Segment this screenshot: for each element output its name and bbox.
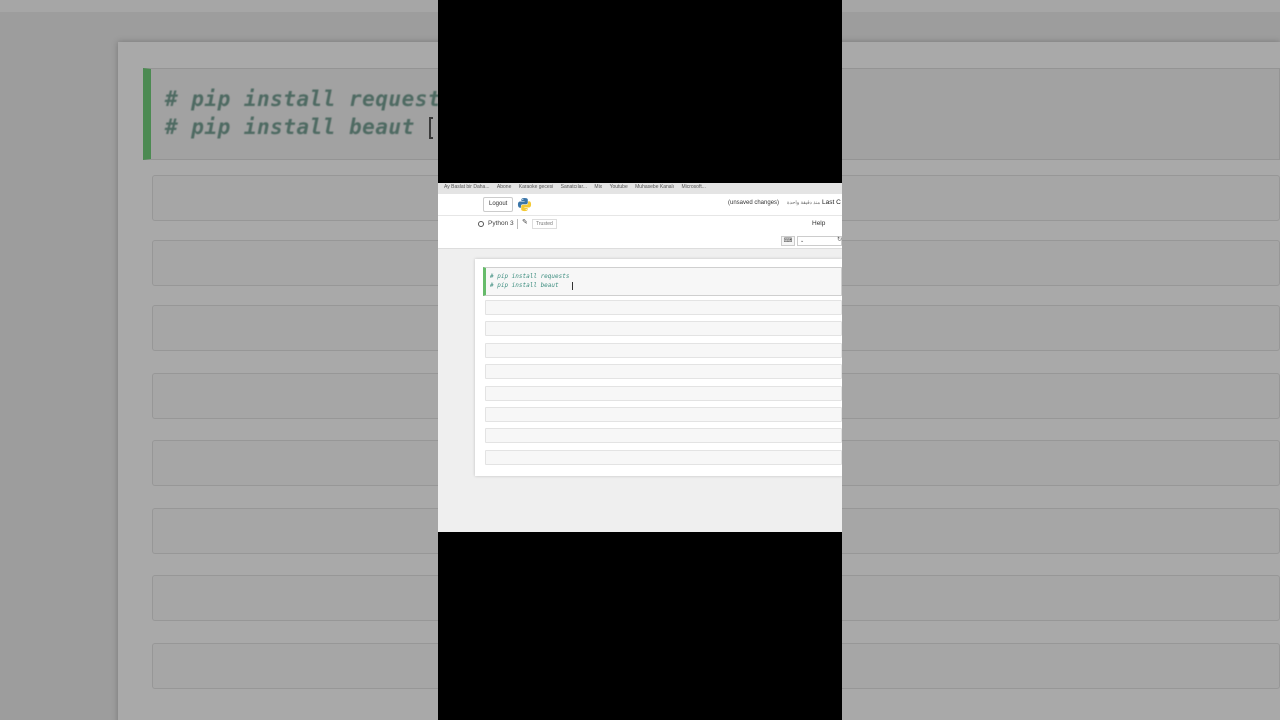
bookmarks-bar: Ay Baslat bir Daha... Abone Karaoke gece… (438, 183, 842, 194)
kernel-name[interactable]: Python 3 (488, 220, 514, 227)
empty-cell[interactable] (485, 450, 842, 465)
trusted-badge[interactable]: Trusted (532, 219, 557, 229)
bookmark-item[interactable]: Abone (497, 184, 511, 190)
menu-item-help[interactable]: Help (812, 220, 825, 227)
code-line: # pip install beaut (490, 282, 559, 289)
last-checkpoint-label: Last C (822, 199, 841, 206)
bookmark-item[interactable]: Youtube (610, 184, 628, 190)
kernel-status-icon (478, 221, 484, 227)
background-code-line: # pip install requests (165, 87, 455, 111)
pencil-icon[interactable]: ✎ (522, 218, 528, 226)
empty-cell[interactable] (485, 428, 842, 443)
notebook-toolbar: ⌨ ⌄ ↻ (438, 233, 842, 249)
cell-type-select[interactable]: ⌄ (797, 236, 842, 246)
code-cell-active[interactable]: # pip install requests # pip install bea… (483, 267, 842, 296)
divider (517, 219, 518, 229)
empty-cell[interactable] (485, 343, 842, 358)
empty-cell[interactable] (485, 321, 842, 336)
menu-bar: Python 3 ✎ Trusted Help (438, 216, 842, 233)
jupyter-screen: Ay Baslat bir Daha... Abone Karaoke gece… (438, 183, 842, 532)
text-cursor (572, 282, 573, 290)
checkpoint-time: منذ دقيقة واحدة (787, 200, 821, 206)
bookmark-item[interactable]: Ay Baslat bir Daha... (444, 184, 490, 190)
bookmark-item[interactable]: Mix (594, 184, 602, 190)
notebook-header: Logout (unsaved changes) منذ دقيقة واحدة… (438, 194, 842, 216)
logout-button[interactable]: Logout (483, 197, 514, 212)
empty-cell[interactable] (485, 300, 842, 315)
background-code-line: # pip install beaut (165, 115, 415, 139)
python-logo-icon (517, 197, 532, 212)
empty-cell[interactable] (485, 407, 842, 422)
empty-cell[interactable] (485, 364, 842, 379)
keyboard-icon[interactable]: ⌨ (781, 236, 795, 246)
bookmark-item[interactable]: Sanatcılar... (561, 184, 587, 190)
video-letterbox: Ay Baslat bir Daha... Abone Karaoke gece… (438, 0, 842, 720)
chevron-down-icon: ⌄ (800, 238, 805, 244)
bookmark-item[interactable]: Microsoft... (681, 184, 705, 190)
bookmark-item[interactable]: Karaoke gecesi (519, 184, 553, 190)
code-line: # pip install requests (490, 273, 570, 280)
unsaved-status: (unsaved changes) (728, 200, 780, 206)
empty-cell[interactable] (485, 386, 842, 401)
refresh-icon[interactable]: ↻ (837, 236, 842, 243)
bookmark-item[interactable]: Muhasebe Kanalı (635, 184, 674, 190)
background-cursor (429, 117, 433, 139)
notebook-container: # pip install requests # pip install bea… (475, 259, 842, 476)
